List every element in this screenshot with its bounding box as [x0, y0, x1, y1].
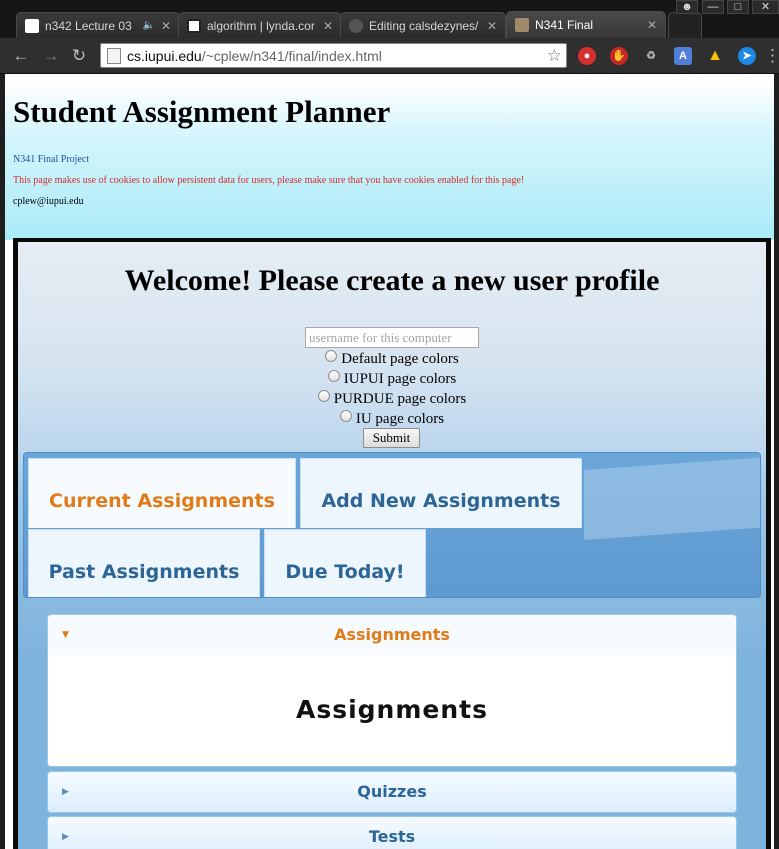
radio-button[interactable]: [327, 370, 340, 382]
color-option-iupui[interactable]: IUPUI page colors: [18, 370, 766, 388]
triangle-down-icon: ▼: [62, 630, 69, 640]
browser-toolbar: ← → ↻ cs.iupui.edu/~cplew/n341/final/ind…: [0, 38, 779, 74]
browser-tab-title: n342 Lecture 03 |: [45, 18, 137, 33]
main-frame: Welcome! Please create a new user profil…: [13, 238, 771, 849]
address-bar[interactable]: cs.iupui.edu/~cplew/n341/final/index.htm…: [100, 43, 567, 68]
browser-tab-title: algorithm | lynda.cor: [207, 18, 315, 33]
reload-icon[interactable]: ↻: [68, 46, 90, 66]
page-title: Student Assignment Planner: [13, 94, 391, 129]
tab-add-new-assignments[interactable]: Add New Assignments: [300, 458, 582, 528]
radio-button[interactable]: [325, 350, 338, 362]
speaker-icon[interactable]: 🔈: [142, 20, 154, 31]
tab-bar-glow: [584, 456, 760, 540]
triangle-right-icon: ▶: [62, 787, 69, 797]
github-icon: [349, 18, 363, 33]
author-email: cplew@iupui.edu: [13, 196, 84, 207]
back-arrow-icon[interactable]: ←: [10, 46, 32, 66]
accordion-tests-header[interactable]: ▶ Tests: [47, 816, 737, 849]
welcome-heading: Welcome! Please create a new user profil…: [124, 264, 660, 297]
browser-tab[interactable]: Editing calsdezynes/ ✕: [340, 12, 506, 38]
radio-button[interactable]: [339, 410, 352, 422]
url-path: /~cplew/n341/final/index.html: [201, 47, 382, 64]
page-icon: [107, 47, 121, 64]
browser-tab[interactable]: algorithm | lynda.cor ✕: [178, 12, 342, 38]
accordion-label: Tests: [368, 827, 416, 846]
menu-icon[interactable]: ⋮: [764, 46, 779, 66]
profile-icon[interactable]: ☻: [676, 0, 698, 14]
browser-tab-active[interactable]: N341 Final ✕: [506, 11, 666, 38]
color-option-default[interactable]: Default page colors: [18, 350, 766, 368]
browser-tab[interactable]: n342 Lecture 03 | 🔈 ✕: [16, 12, 180, 38]
extension-record-icon[interactable]: ●: [578, 47, 596, 65]
submit-button[interactable]: Submit: [363, 428, 420, 448]
browser-tab-strip: n342 Lecture 03 | 🔈 ✕ algorithm | lynda.…: [0, 0, 779, 38]
triangle-right-icon: ▶: [62, 832, 69, 842]
cookie-notice: This page makes use of cookies to allow …: [13, 175, 525, 186]
color-option-iu[interactable]: IU page colors: [18, 410, 766, 428]
accordion-assignments-header[interactable]: ▼ Assignments: [47, 614, 737, 656]
tab-current-assignments[interactable]: Current Assignments: [28, 458, 296, 528]
radio-label: PURDUE page colors: [333, 391, 467, 407]
bookmark-star-icon[interactable]: ☆: [547, 46, 562, 66]
radio-button[interactable]: [317, 390, 330, 402]
accordion-label: Assignments: [334, 625, 450, 644]
url-host: cs.iupui.edu: [127, 47, 202, 64]
project-subtitle: N341 Final Project: [13, 154, 90, 165]
forward-arrow-icon[interactable]: →: [40, 46, 62, 66]
new-tab-button[interactable]: [668, 12, 702, 38]
document-icon: [25, 18, 39, 33]
assignment-tabs: Current Assignments Add New Assignments …: [23, 452, 761, 598]
panel-heading: Assignments: [295, 695, 488, 724]
tab-past-assignments[interactable]: Past Assignments: [28, 529, 260, 597]
recycle-icon[interactable]: ♻: [642, 47, 660, 65]
owl-icon: [515, 18, 529, 32]
accordion-quizzes-header[interactable]: ▶ Quizzes: [47, 771, 737, 813]
lynda-icon: [187, 18, 201, 33]
close-icon[interactable]: ✕: [647, 18, 657, 32]
maximize-icon[interactable]: □: [727, 0, 749, 14]
accordion-label: Quizzes: [357, 782, 427, 801]
lightning-icon[interactable]: ➤: [738, 47, 756, 65]
close-icon[interactable]: ✕: [323, 19, 333, 33]
translate-icon[interactable]: A: [674, 47, 692, 65]
radio-label: IUPUI page colors: [343, 371, 457, 387]
page-header: Student Assignment Planner N341 Final Pr…: [5, 84, 774, 240]
page-viewport: Student Assignment Planner N341 Final Pr…: [5, 74, 774, 849]
radio-label: Default page colors: [341, 351, 459, 367]
adblock-icon[interactable]: ✋: [610, 47, 628, 65]
profile-content: Welcome! Please create a new user profil…: [18, 242, 766, 849]
tab-due-today[interactable]: Due Today!: [264, 529, 426, 597]
browser-tab-title: Editing calsdezynes/: [369, 18, 479, 33]
radio-label: IU page colors: [355, 411, 445, 427]
username-input[interactable]: [305, 327, 479, 348]
close-icon[interactable]: ✕: [487, 19, 497, 33]
color-option-purdue[interactable]: PURDUE page colors: [18, 390, 766, 408]
browser-tab-title: N341 Final: [535, 18, 594, 32]
drive-icon[interactable]: ▲: [706, 47, 724, 65]
minimize-icon[interactable]: —: [702, 0, 724, 14]
close-icon[interactable]: ✕: [161, 19, 171, 33]
window-close-icon[interactable]: ✕: [752, 0, 779, 14]
accordion-assignments-panel: Assignments: [47, 655, 737, 767]
